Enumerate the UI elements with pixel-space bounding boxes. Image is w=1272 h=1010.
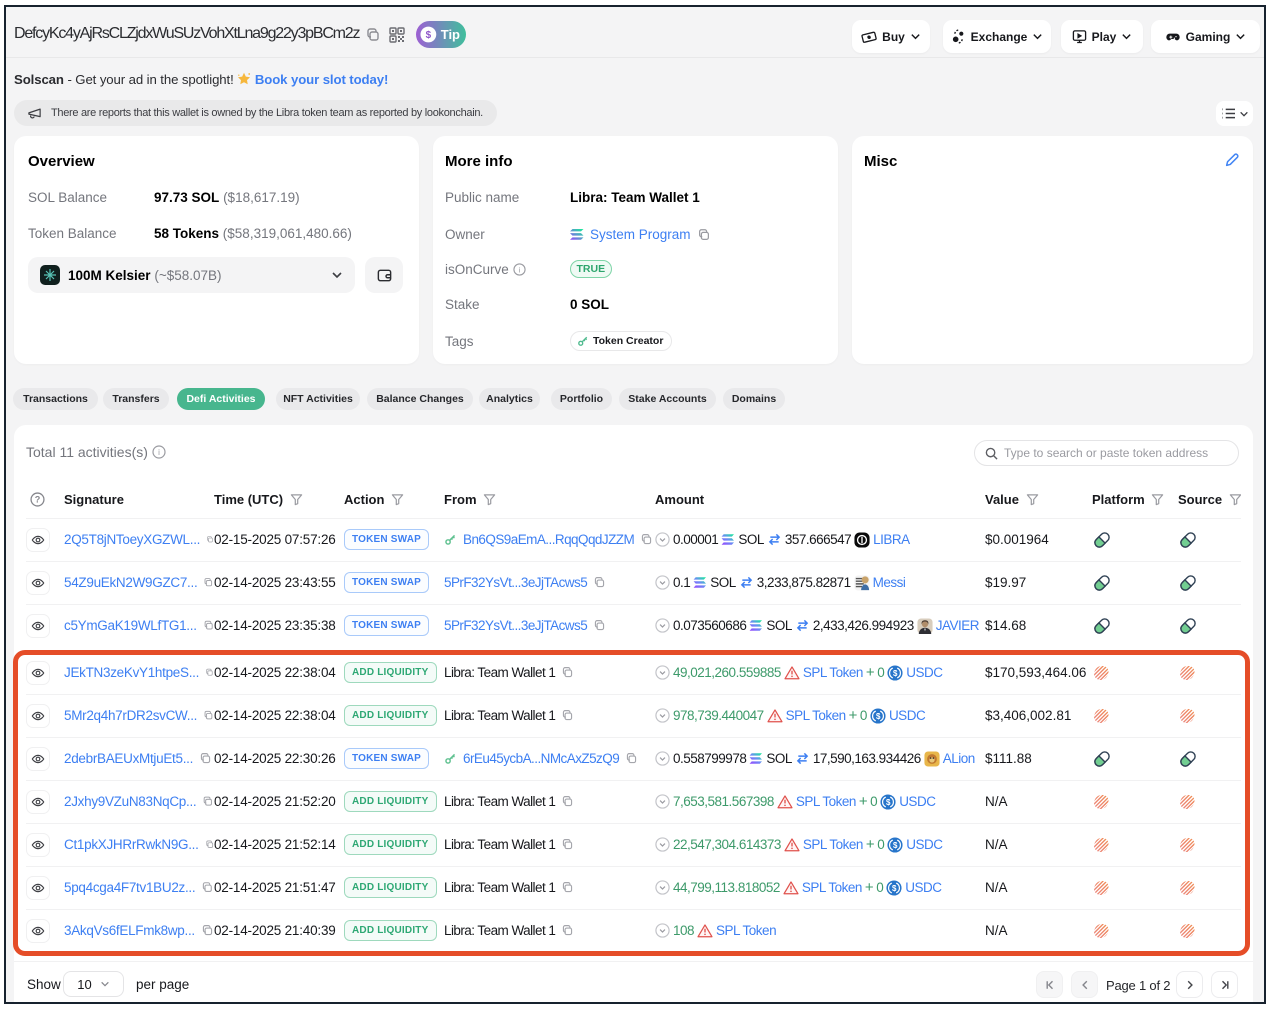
svg-text:$: $ (426, 30, 432, 41)
svg-text:i: i (518, 265, 520, 274)
svg-text:i: i (158, 448, 160, 457)
svg-text:?: ? (35, 495, 41, 505)
